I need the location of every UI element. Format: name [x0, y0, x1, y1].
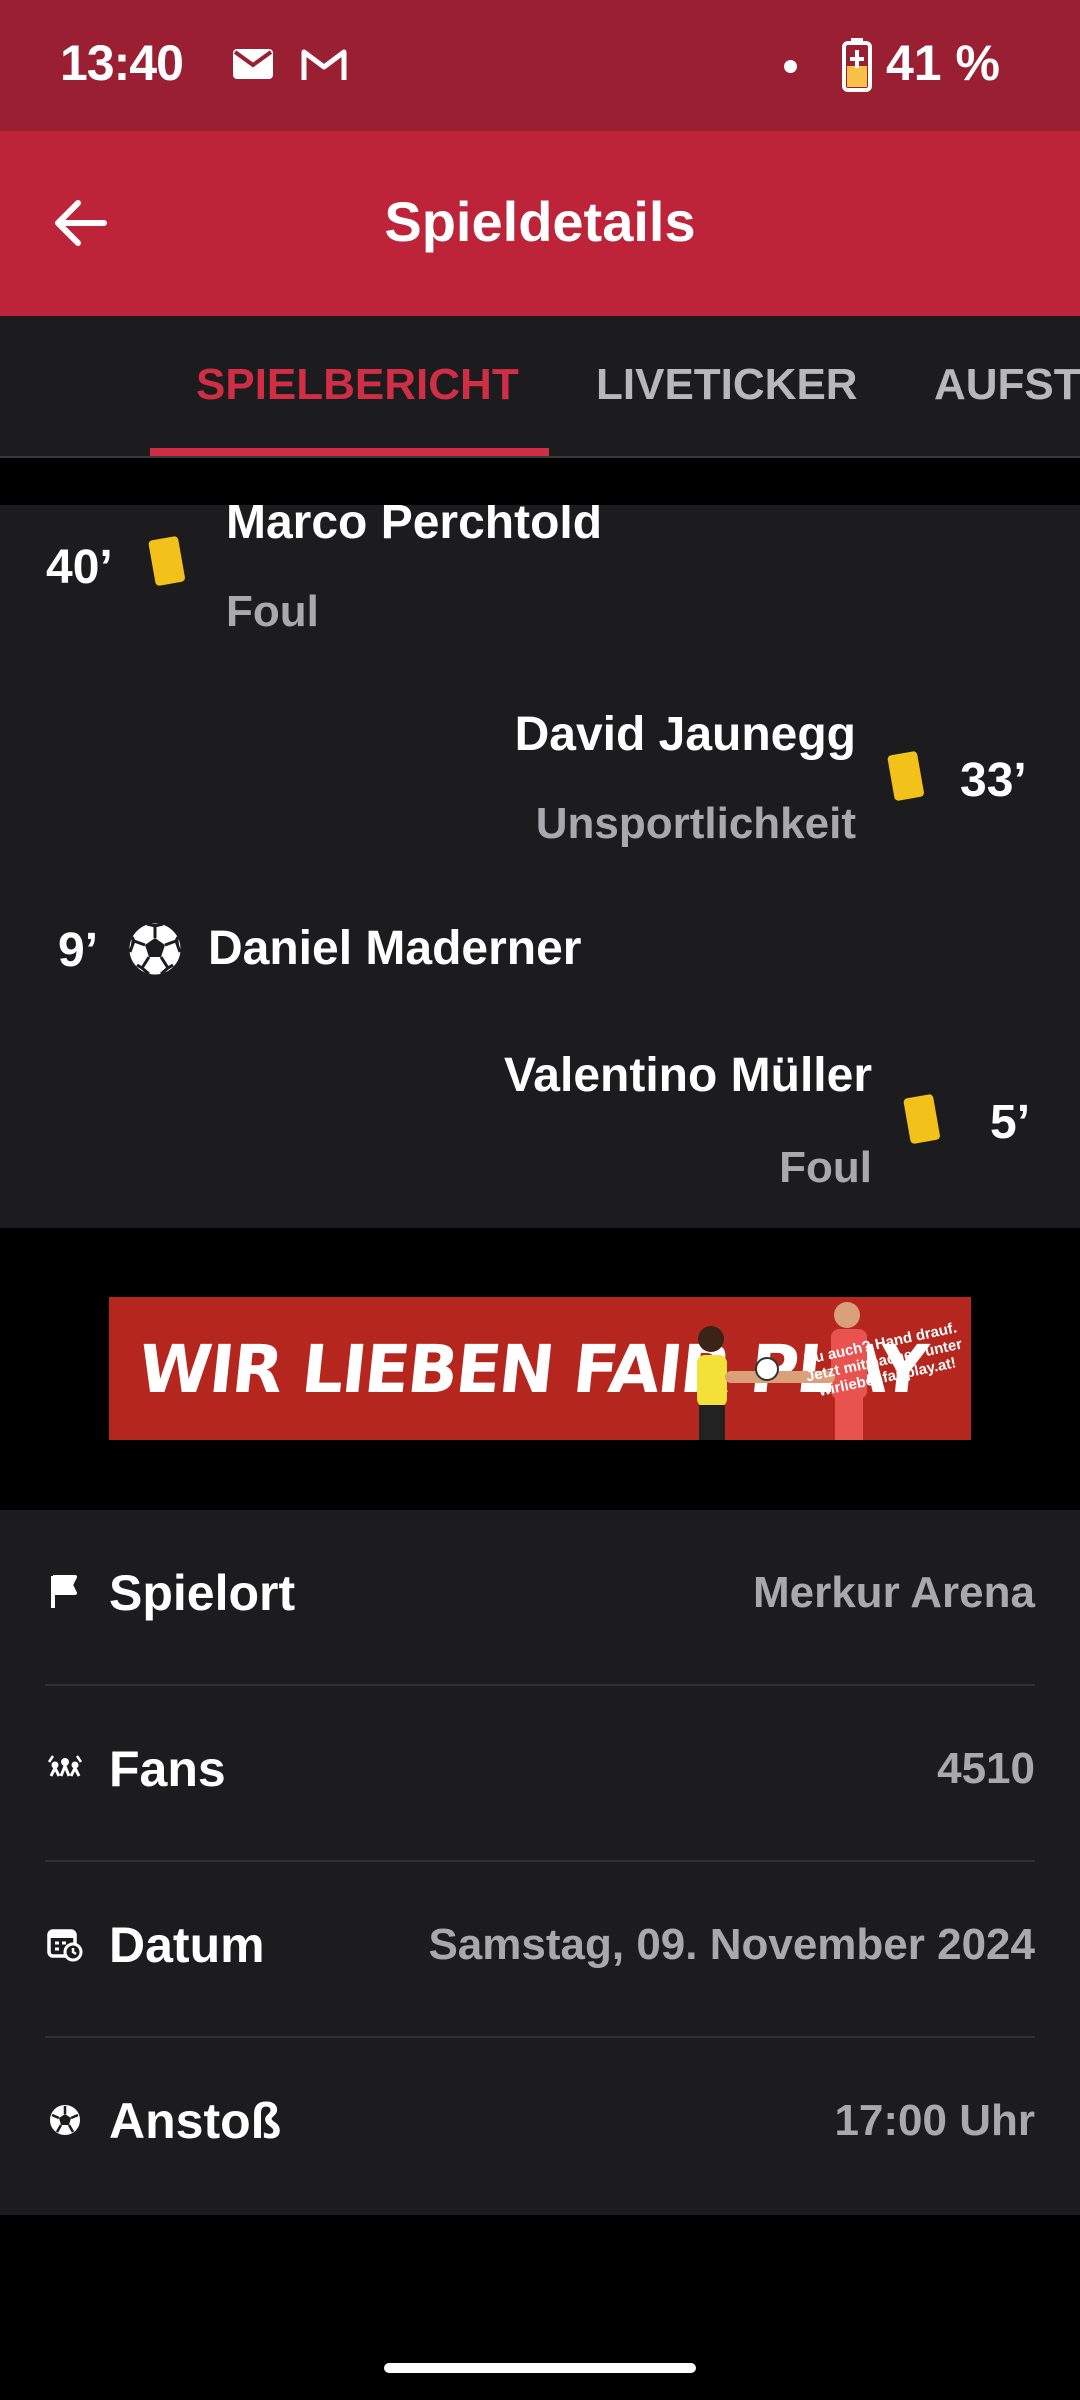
battery-percentage: 41 % [886, 35, 1000, 91]
gmail-icon [301, 49, 347, 80]
event-player: Valentino Müller [503, 1049, 872, 1102]
match-info-panel: Spielort Merkur Arena Fans 4510 Datum Sa… [0, 1510, 1080, 2215]
page-title: Spieldetails [384, 190, 696, 253]
match-events-list: 40’ Marco Perchtold Foul David Jaunegg U… [0, 505, 1080, 1228]
event-player: Daniel Maderner [208, 922, 582, 975]
info-row-spielort: Spielort Merkur Arena [45, 1510, 1035, 1686]
event-reason: Unsportlichkeit [535, 799, 856, 848]
battery-charging-icon [842, 38, 872, 92]
info-row-anstoss: Anstoß 17:00 Uhr [45, 2038, 1035, 2214]
info-value: Merkur Arena [752, 1568, 1035, 1617]
active-tab-indicator [150, 448, 549, 456]
event-minute: 9’ [58, 924, 99, 977]
info-label: Anstoß [109, 2093, 282, 2149]
tab-bar: SPIELBERICHT LIVETICKER AUFSTELLUNG [0, 316, 1080, 458]
event-reason: Foul [226, 587, 319, 636]
home-indicator[interactable] [384, 2363, 696, 2373]
info-label: Datum [109, 1917, 265, 1973]
event-minute: 5’ [990, 1096, 1031, 1149]
yellow-card-icon [887, 751, 924, 801]
event-minute: 40’ [46, 541, 113, 594]
status-time: 13:40 [60, 35, 184, 91]
soccer-ball-icon [126, 920, 184, 978]
event-minute: 33’ [960, 754, 1027, 807]
info-row-datum: Datum Samstag, 09. November 2024 [45, 1862, 1035, 2038]
app-bar: Spieldetails [0, 131, 1080, 316]
info-label: Spielort [109, 1565, 296, 1621]
soccer-ball-icon [48, 2103, 82, 2137]
event-player: David Jaunegg [514, 708, 856, 761]
tab-spielbericht[interactable]: SPIELBERICHT [196, 360, 519, 410]
event-reason: Foul [779, 1143, 872, 1192]
tab-aufstellung[interactable]: AUFSTELLUNG [934, 360, 1080, 410]
event-player: Marco Perchtold [226, 505, 603, 549]
info-value: Samstag, 09. November 2024 [428, 1920, 1035, 1969]
flag-icon [51, 1575, 77, 1608]
info-value: 4510 [937, 1744, 1035, 1793]
calendar-clock-icon [47, 1929, 83, 1962]
tab-liveticker[interactable]: LIVETICKER [596, 360, 858, 410]
notification-dot-icon [784, 60, 797, 73]
yellow-card-icon [903, 1094, 940, 1144]
status-bar: 13:40 41 % [0, 0, 1080, 131]
fair-play-banner[interactable]: WIR LIEBEN FAIR PLAY Du auch? Hand drauf… [109, 1297, 971, 1440]
info-value: 17:00 Uhr [834, 2096, 1035, 2145]
info-label: Fans [109, 1741, 226, 1797]
mail-icon [233, 49, 273, 79]
yellow-card-icon [148, 536, 185, 586]
info-row-fans: Fans 4510 [45, 1686, 1035, 1862]
fans-icon [47, 1755, 83, 1777]
